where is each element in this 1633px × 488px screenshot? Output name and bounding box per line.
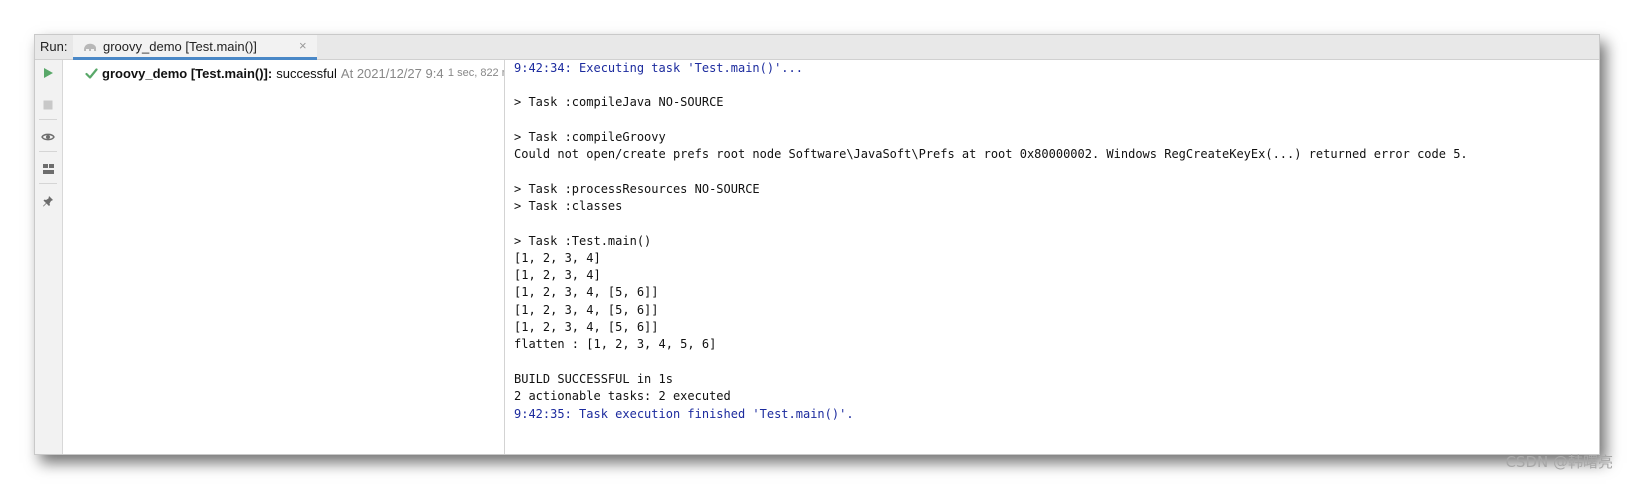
task-timestamp: At 2021/12/27 9:42 <box>340 65 444 81</box>
console-line: > Task :compileGroovy <box>514 130 666 144</box>
console-line: > Task :Test.main() <box>514 234 652 248</box>
task-status: successful <box>276 65 337 81</box>
toolbar-separator <box>39 119 57 120</box>
console-line: [1, 2, 3, 4] <box>514 251 601 265</box>
stop-icon[interactable] <box>39 96 57 114</box>
task-duration: 1 sec, 822 ms <box>447 67 504 79</box>
console-line: BUILD SUCCESSFUL in 1s <box>514 372 673 386</box>
rerun-icon[interactable] <box>39 64 57 82</box>
console-line: > Task :classes <box>514 199 623 213</box>
pin-icon[interactable] <box>39 192 57 210</box>
console-line: 2 actionable tasks: 2 executed <box>514 389 731 403</box>
toolbar-separator <box>39 151 57 152</box>
run-toolbar <box>35 60 63 454</box>
tree-item-groovy-demo[interactable]: groovy_demo [Test.main()]: successful At… <box>85 64 504 82</box>
toolbar-separator <box>39 183 57 184</box>
console-line: [1, 2, 3, 4, [5, 6]] <box>514 303 659 317</box>
console-line: 9:42:34: Executing task 'Test.main()'... <box>514 61 803 75</box>
close-icon[interactable]: × <box>299 38 307 53</box>
eye-icon[interactable] <box>39 128 57 146</box>
check-icon <box>85 67 98 79</box>
run-label: Run: <box>40 39 68 54</box>
tab-title: groovy_demo [Test.main()] <box>103 39 257 54</box>
console-line: > Task :compileJava NO-SOURCE <box>514 95 724 109</box>
console-line: [1, 2, 3, 4] <box>514 268 601 282</box>
console-line: > Task :processResources NO-SOURCE <box>514 182 760 196</box>
console-line: 9:42:35: Task execution finished 'Test.m… <box>514 407 854 421</box>
console-line: Could not open/create prefs root node So… <box>514 147 1468 161</box>
run-results-tree: groovy_demo [Test.main()]: successful At… <box>63 60 505 454</box>
tab-groovy-demo[interactable]: groovy_demo [Test.main()] × <box>73 35 317 60</box>
console-line: [1, 2, 3, 4, [5, 6]] <box>514 320 659 334</box>
console-line: flatten : [1, 2, 3, 4, 5, 6] <box>514 337 717 351</box>
run-tab-bar: Run: groovy_demo [Test.main()] × <box>35 35 1599 60</box>
layout-icon[interactable] <box>39 160 57 178</box>
run-tool-window: Run: groovy_demo [Test.main()] × groovy_… <box>34 34 1600 455</box>
console-line: [1, 2, 3, 4, [5, 6]] <box>514 285 659 299</box>
task-name: groovy_demo [Test.main()]: <box>102 65 273 81</box>
console-output[interactable]: 9:42:34: Executing task 'Test.main()'...… <box>506 60 1599 454</box>
watermark: CSDN @韩曙亮 <box>1505 453 1613 471</box>
gradle-icon <box>84 43 96 51</box>
